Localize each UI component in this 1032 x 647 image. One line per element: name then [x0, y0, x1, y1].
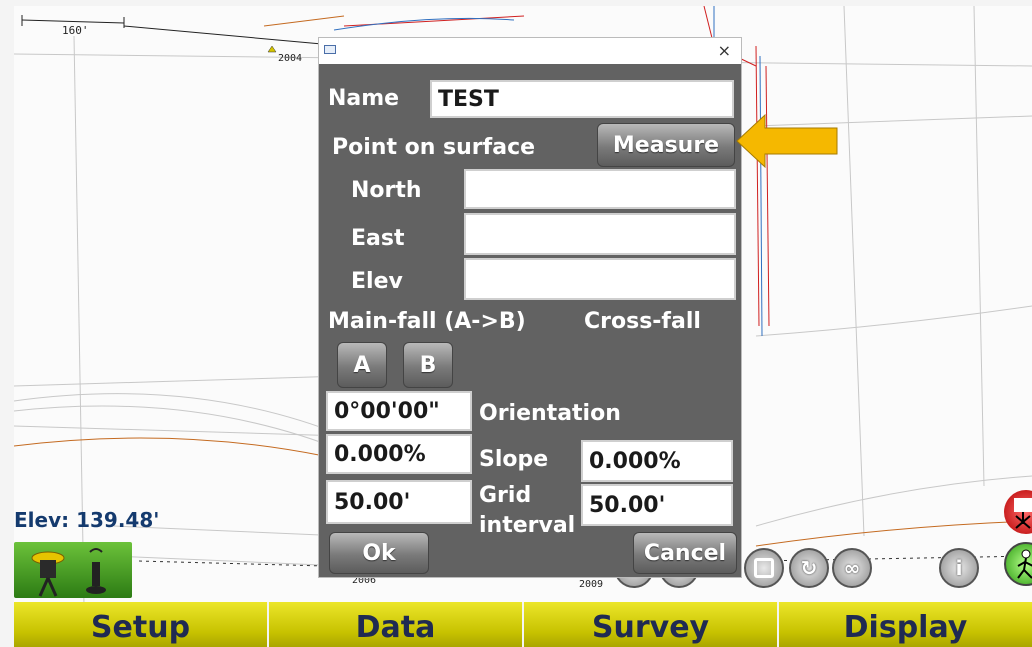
- north-label: North: [351, 178, 422, 203]
- point-a-button[interactable]: A: [337, 342, 387, 388]
- refresh-icon: ↻: [800, 556, 818, 580]
- start-walk-button[interactable]: [1004, 542, 1032, 586]
- data-menu-button[interactable]: Data: [269, 602, 524, 647]
- cross-fall-label: Cross-fall: [584, 309, 701, 334]
- infinity-icon: ∞: [843, 556, 861, 580]
- point-label: 2004: [278, 53, 303, 64]
- measure-button[interactable]: Measure: [597, 123, 735, 167]
- grid-interval-label: Grid interval: [479, 483, 576, 538]
- stop-survey-button[interactable]: [1004, 490, 1032, 534]
- slope-label: Slope: [479, 447, 549, 472]
- gnss-receiver-icon: [31, 548, 106, 597]
- callout-arrow-icon: [736, 113, 838, 169]
- main-grid-interval-field[interactable]: 50.00': [326, 480, 472, 524]
- info-button[interactable]: i: [939, 548, 979, 588]
- walking-person-icon: [1017, 549, 1032, 579]
- window-icon: [324, 45, 336, 54]
- scale-bar-label: 160': [62, 24, 89, 37]
- point-b-button[interactable]: B: [403, 342, 453, 388]
- cross-slope-field[interactable]: 0.000%: [581, 440, 733, 482]
- loop-button[interactable]: ∞: [832, 548, 872, 588]
- display-menu-button[interactable]: Display: [779, 602, 1032, 647]
- cancel-button[interactable]: Cancel: [633, 532, 737, 574]
- dialog-titlebar: ×: [319, 38, 741, 64]
- name-field[interactable]: TEST: [430, 80, 734, 118]
- refresh-button[interactable]: ↻: [789, 548, 829, 588]
- elev-label: Elev: [351, 269, 403, 294]
- point-on-surface-label: Point on surface: [332, 135, 536, 160]
- close-icon[interactable]: ×: [718, 41, 731, 60]
- elev-field[interactable]: [464, 258, 736, 300]
- east-field[interactable]: [464, 213, 736, 255]
- surface-dialog: × Name TEST Point on surface Measure Nor…: [318, 37, 742, 578]
- cross-grid-interval-field[interactable]: 50.00': [581, 484, 733, 526]
- ok-button[interactable]: Ok: [329, 532, 429, 574]
- zoom-extents-button[interactable]: [744, 548, 784, 588]
- north-field[interactable]: [464, 169, 736, 209]
- square-icon: [754, 558, 774, 578]
- gnss-status-panel[interactable]: [14, 542, 132, 598]
- main-slope-field[interactable]: 0.000%: [326, 434, 472, 474]
- name-label: Name: [328, 86, 400, 111]
- orientation-field[interactable]: 0°00'00": [326, 391, 472, 431]
- main-fall-label: Main-fall (A->B): [328, 309, 526, 334]
- elevation-readout: Elev: 139.48': [14, 508, 160, 532]
- info-icon: i: [955, 556, 963, 580]
- bottom-menu: Setup Data Survey Display: [14, 602, 1032, 647]
- stop-icon: [1014, 498, 1032, 529]
- orientation-label: Orientation: [479, 401, 621, 426]
- survey-menu-button[interactable]: Survey: [524, 602, 779, 647]
- point-label: 2009: [579, 579, 604, 590]
- east-label: East: [351, 226, 405, 251]
- setup-menu-button[interactable]: Setup: [14, 602, 269, 647]
